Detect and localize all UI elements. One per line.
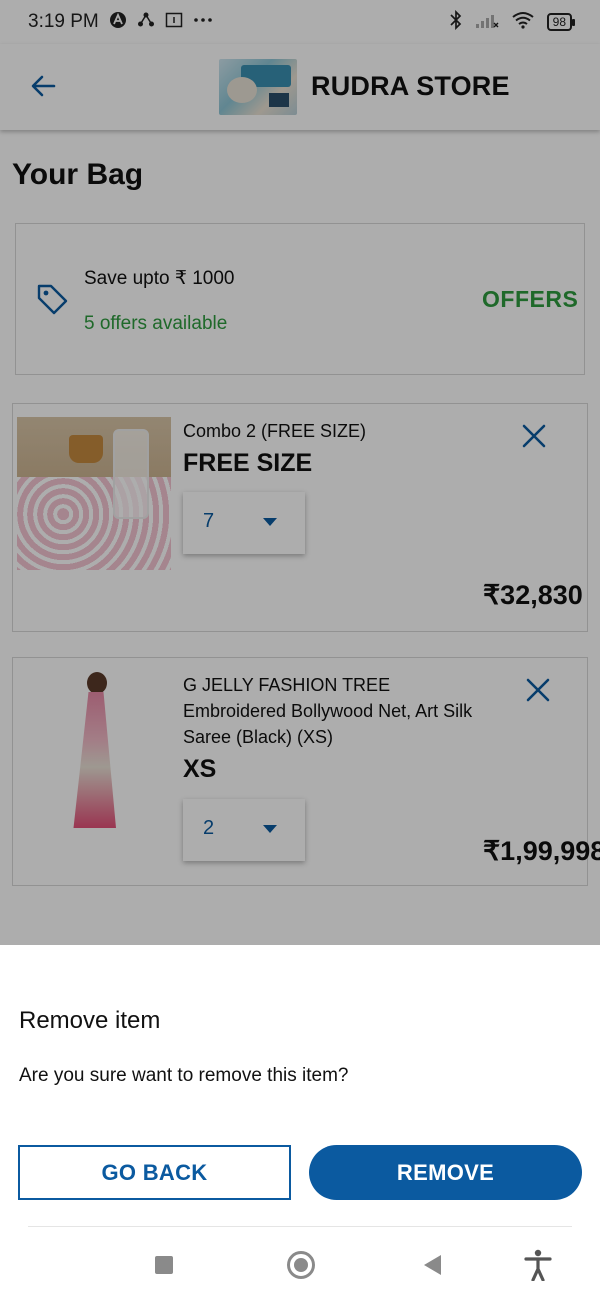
back-triangle-icon[interactable] [424, 1255, 441, 1275]
remove-button[interactable]: REMOVE [309, 1145, 582, 1200]
go-back-button[interactable]: GO BACK [18, 1145, 291, 1200]
remove-item-dialog: Remove item Are you sure want to remove … [0, 945, 600, 1230]
home-icon[interactable] [287, 1251, 315, 1279]
dialog-message: Are you sure want to remove this item? [19, 1065, 349, 1086]
modal-scrim[interactable] [0, 0, 600, 945]
accessibility-icon[interactable] [524, 1249, 552, 1282]
recents-icon[interactable] [155, 1256, 173, 1274]
dialog-title: Remove item [19, 1007, 161, 1034]
system-nav-bar [0, 1230, 600, 1300]
divider [28, 1226, 572, 1227]
